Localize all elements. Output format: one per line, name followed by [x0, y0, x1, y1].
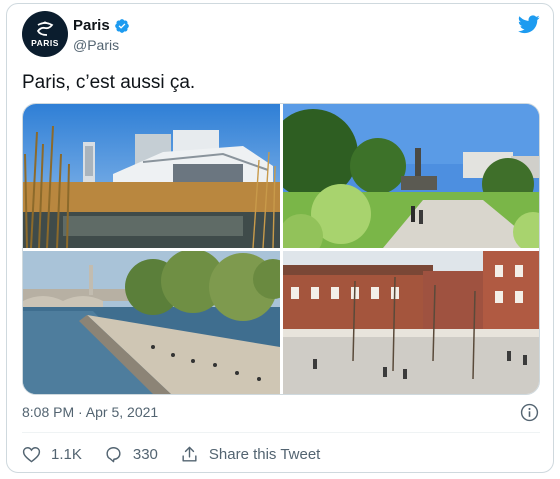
- photo-modern-building[interactable]: [23, 104, 280, 248]
- divider: [22, 432, 540, 433]
- photo-river-quay[interactable]: [23, 251, 280, 394]
- like-count: 1.1K: [51, 445, 82, 463]
- tweet-timestamp[interactable]: 8:08 PM · Apr 5, 2021: [22, 404, 158, 420]
- avatar[interactable]: PARIS: [22, 11, 68, 57]
- photo-park-statue[interactable]: [283, 104, 539, 248]
- author-handle[interactable]: @Paris: [73, 37, 119, 53]
- author-name-row[interactable]: Paris: [73, 17, 130, 34]
- info-icon[interactable]: [520, 403, 539, 422]
- share-label: Share this Tweet: [208, 445, 321, 463]
- photo-brick-courtyard[interactable]: [283, 251, 539, 394]
- avatar-logo-text: PARIS: [31, 37, 59, 48]
- reply-count: 330: [132, 445, 158, 463]
- share-button[interactable]: Share this Tweet: [180, 445, 320, 464]
- tweet-text: Paris, c’est aussi ça.: [22, 72, 196, 93]
- heart-icon: [22, 446, 41, 463]
- share-icon: [182, 446, 197, 462]
- display-name[interactable]: Paris: [73, 17, 110, 34]
- paris-logo-icon: [36, 20, 54, 36]
- twitter-bird-icon[interactable]: [518, 15, 540, 34]
- action-bar: 1.1K 330 Share this Tweet: [22, 444, 342, 464]
- reply-button[interactable]: 330: [104, 445, 158, 464]
- media-grid[interactable]: [22, 103, 540, 395]
- verified-badge-icon: [114, 18, 129, 33]
- reply-icon: [106, 446, 121, 462]
- like-button[interactable]: 1.1K: [22, 445, 82, 464]
